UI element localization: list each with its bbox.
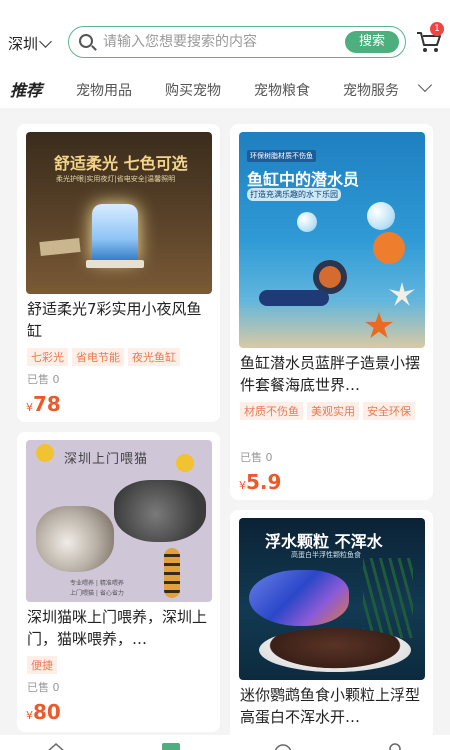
search-input[interactable] bbox=[103, 31, 333, 53]
product-tags: 七彩光 省电节能 夜光鱼缸 bbox=[27, 346, 212, 370]
diver-orange-illustration bbox=[373, 232, 405, 264]
message-icon bbox=[274, 744, 292, 750]
sold-count: 已售 0 bbox=[27, 373, 60, 386]
tab-recommend[interactable]: 推荐 bbox=[10, 77, 53, 103]
product-card[interactable]: 环保树脂材质不伤鱼 鱼缸中的潜水员 打造充满乐趣的水下乐园 鱼缸潜水员蓝胖子造景… bbox=[230, 124, 433, 500]
product-title[interactable]: 鱼缸潜水员蓝胖子造景小摆件套餐海底世界… bbox=[240, 352, 423, 396]
cat-photo-left bbox=[36, 506, 114, 572]
image-subline: 上门喂猫 | 省心省力 bbox=[70, 590, 124, 597]
product-card[interactable]: 浮水颗粒 不浑水 高蛋白半浮性颗粒鱼食 迷你鹦鹉鱼食小颗粒上浮型高蛋白不浑水开… bbox=[230, 510, 433, 750]
bubble-illustration bbox=[367, 202, 395, 230]
product-price: ¥80 bbox=[26, 700, 61, 724]
top-bar: 深圳 搜索 1 bbox=[0, 0, 450, 70]
books-illustration bbox=[39, 237, 81, 257]
image-subline: 柔光护眼|实用夜灯|省电安全|温馨照明 bbox=[56, 175, 176, 183]
tab-messages[interactable] bbox=[272, 738, 294, 750]
cat-tail-illustration bbox=[164, 548, 180, 598]
coral-illustration bbox=[389, 282, 415, 306]
sold-count: 已售 0 bbox=[240, 451, 273, 464]
currency-symbol: ¥ bbox=[26, 709, 33, 722]
product-tags: 便捷 bbox=[27, 654, 212, 678]
tab-home[interactable] bbox=[45, 738, 67, 750]
profile-icon bbox=[389, 743, 401, 750]
product-card[interactable]: 舒适柔光 七色可选 柔光护眼|实用夜灯|省电安全|温馨照明 舒适柔光7彩实用小夜… bbox=[17, 124, 220, 422]
product-tag: 夜光鱼缸 bbox=[128, 348, 180, 366]
product-title[interactable]: 舒适柔光7彩实用小夜风鱼缸 bbox=[27, 298, 210, 342]
product-tag: 省电节能 bbox=[72, 348, 124, 366]
image-headline: 舒适柔光 七色可选 bbox=[54, 154, 188, 173]
price-value: 78 bbox=[33, 392, 61, 416]
emoji-icon bbox=[176, 454, 194, 472]
lamp-base bbox=[86, 260, 144, 268]
product-tag: 便捷 bbox=[27, 656, 57, 674]
search-icon bbox=[79, 34, 93, 48]
city-label: 深圳 bbox=[8, 35, 39, 53]
home-icon bbox=[48, 742, 64, 750]
product-tag: 材质不伤鱼 bbox=[240, 402, 303, 420]
fish-food-bowl-illustration bbox=[259, 628, 411, 672]
product-image: 深圳上门喂猫 专业喂养 | 精准喂养 上门喂猫 | 省心省力 bbox=[26, 440, 212, 602]
image-subline: 打造充满乐趣的水下乐园 bbox=[247, 188, 341, 201]
cat-photo-right bbox=[114, 480, 206, 542]
product-price: ¥5.9 bbox=[239, 470, 281, 494]
tab-pet-food[interactable]: 宠物粮食 bbox=[254, 80, 310, 100]
plant-illustration bbox=[363, 558, 413, 638]
cart-badge: 1 bbox=[430, 22, 444, 36]
product-image: 环保树脂材质不伤鱼 鱼缸中的潜水员 打造充满乐趣的水下乐园 bbox=[239, 132, 425, 348]
search-button[interactable]: 搜索 bbox=[345, 31, 399, 53]
tab-profile[interactable] bbox=[384, 738, 406, 750]
category-icon bbox=[162, 743, 180, 750]
product-tag: 安全环保 bbox=[363, 402, 415, 420]
product-image: 浮水颗粒 不浑水 高蛋白半浮性颗粒鱼食 bbox=[239, 518, 425, 680]
product-title[interactable]: 迷你鹦鹉鱼食小颗粒上浮型高蛋白不浑水开… bbox=[240, 684, 423, 728]
tab-buy-pets[interactable]: 购买宠物 bbox=[165, 80, 221, 100]
image-badge: 环保树脂材质不伤鱼 bbox=[247, 150, 316, 162]
product-tag: 七彩光 bbox=[27, 348, 68, 366]
tab-pet-supplies[interactable]: 宠物用品 bbox=[76, 80, 132, 100]
emoji-icon bbox=[36, 444, 54, 462]
tab-category[interactable] bbox=[160, 738, 182, 750]
cart-button[interactable]: 1 bbox=[416, 22, 444, 54]
image-headline: 浮水颗粒 不浑水 bbox=[265, 532, 383, 551]
product-tag: 美观实用 bbox=[307, 402, 359, 420]
starfish-illustration bbox=[365, 312, 393, 338]
city-selector[interactable]: 深圳 bbox=[8, 33, 52, 54]
product-card[interactable]: 深圳上门喂猫 专业喂养 | 精准喂养 上门喂猫 | 省心省力 深圳猫咪上门喂养，… bbox=[17, 432, 220, 732]
fish-illustration bbox=[249, 570, 349, 626]
chevron-down-icon[interactable] bbox=[417, 77, 433, 93]
bubble-illustration bbox=[297, 212, 317, 232]
bottom-tab-bar bbox=[0, 735, 450, 750]
image-headline: 鱼缸中的潜水员 bbox=[247, 170, 360, 189]
diver-helmet-illustration bbox=[313, 260, 347, 294]
image-headline: 深圳上门喂猫 bbox=[64, 452, 149, 467]
image-subline: 高蛋白半浮性颗粒鱼食 bbox=[291, 551, 361, 559]
sold-count: 已售 0 bbox=[27, 681, 60, 694]
search-bar[interactable]: 搜索 bbox=[68, 26, 406, 58]
category-tabs: 推荐 宠物用品 购买宠物 宠物粮食 宠物服务 bbox=[0, 70, 450, 108]
price-value: 5.9 bbox=[246, 470, 282, 494]
lamp-aquarium-illustration bbox=[92, 204, 138, 262]
chevron-down-icon bbox=[39, 34, 52, 48]
price-value: 80 bbox=[33, 700, 61, 724]
product-price: ¥78 bbox=[26, 392, 61, 416]
image-subline: 专业喂养 | 精准喂养 bbox=[70, 580, 124, 587]
currency-symbol: ¥ bbox=[239, 479, 246, 492]
product-image: 舒适柔光 七色可选 柔光护眼|实用夜灯|省电安全|温馨照明 bbox=[26, 132, 212, 294]
currency-symbol: ¥ bbox=[26, 401, 33, 414]
diver-body-illustration bbox=[259, 290, 329, 306]
product-title[interactable]: 深圳猫咪上门喂养，深圳上门，猫咪喂养，… bbox=[27, 606, 210, 650]
tab-pet-services[interactable]: 宠物服务 bbox=[343, 80, 399, 100]
product-tags: 材质不伤鱼 美观实用 安全环保 bbox=[240, 400, 425, 424]
